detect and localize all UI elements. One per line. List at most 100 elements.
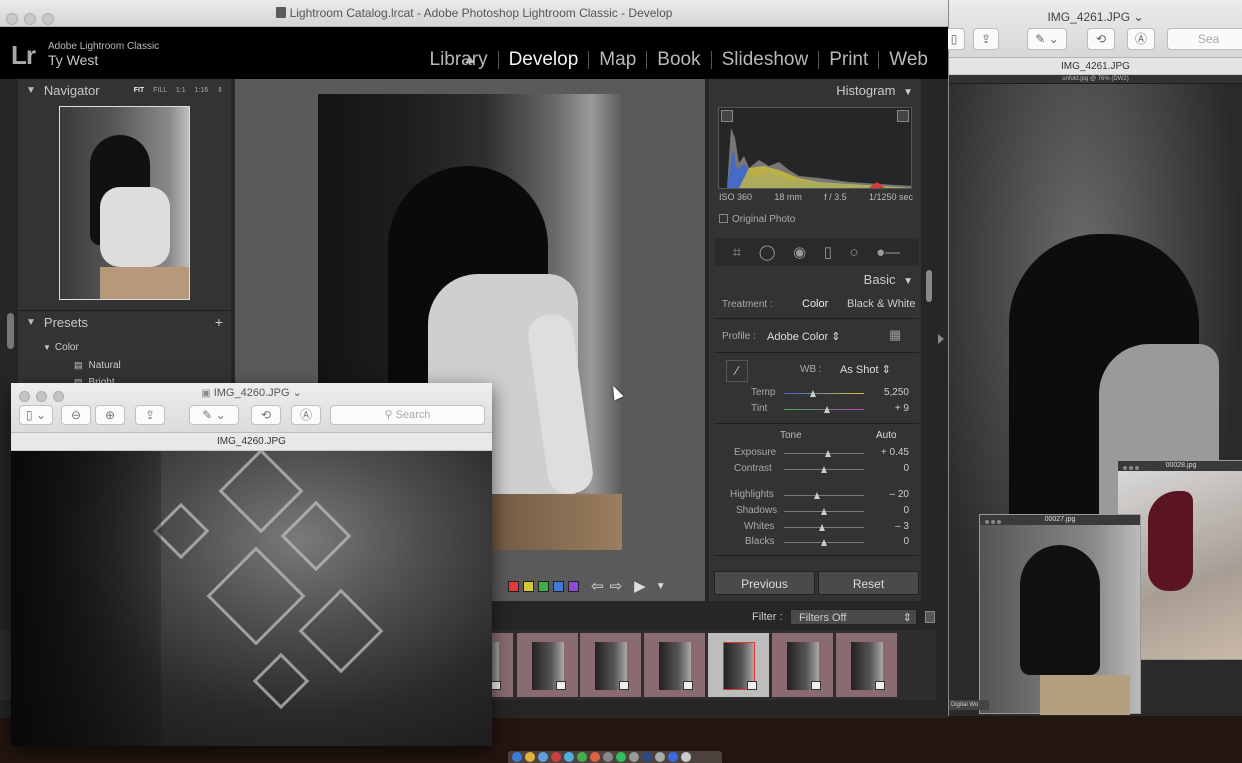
original-photo-toggle[interactable]: Original Photo bbox=[719, 214, 795, 225]
exposure-value[interactable]: + 0.45 bbox=[881, 447, 909, 458]
filter-dropdown[interactable]: Filters Off ⇕ bbox=[790, 609, 917, 625]
share-button[interactable]: ⇪ bbox=[135, 405, 165, 425]
navigator-preview[interactable] bbox=[59, 106, 190, 300]
treatment-bw-option[interactable]: Black & White bbox=[847, 298, 915, 310]
collapse-triangle-icon[interactable]: ▼ bbox=[903, 87, 913, 98]
digital-window-tab[interactable]: Digital Wo bbox=[949, 700, 989, 710]
zoom-window-button[interactable] bbox=[42, 13, 54, 25]
basic-header[interactable]: Basic ▼ bbox=[864, 272, 913, 287]
preview-left-title[interactable]: ▣ IMG_4260.JPG ⌄ bbox=[11, 386, 492, 399]
temp-slider-knob[interactable] bbox=[810, 390, 816, 397]
next-photo-arrow-icon[interactable]: ⇨ bbox=[610, 577, 623, 595]
module-develop[interactable]: Develop bbox=[499, 49, 589, 71]
tint-slider[interactable] bbox=[784, 406, 864, 413]
zoom-in-icon[interactable]: ⊕ bbox=[95, 405, 125, 425]
rotate-button[interactable]: ⟲ bbox=[1087, 28, 1115, 50]
previous-button[interactable]: Previous bbox=[714, 571, 815, 595]
module-slideshow[interactable]: Slideshow bbox=[712, 49, 819, 71]
exposure-slider-knob[interactable] bbox=[825, 450, 831, 457]
zoom-fit[interactable]: FIT bbox=[134, 87, 145, 94]
finder-icon[interactable] bbox=[512, 752, 522, 762]
collapse-triangle-icon[interactable]: ▼ bbox=[903, 276, 913, 287]
color-label-blue[interactable] bbox=[553, 580, 564, 592]
profile-browser-grid-icon[interactable]: ▦ bbox=[889, 327, 901, 343]
zoom-1-1[interactable]: 1:1 bbox=[176, 87, 186, 94]
color-label-green[interactable] bbox=[538, 580, 549, 592]
messages-icon[interactable] bbox=[564, 752, 574, 762]
spot-removal-tool-icon[interactable]: ◯ bbox=[759, 243, 776, 261]
histogram-header[interactable]: Histogram ▼ bbox=[836, 83, 913, 98]
tint-slider-knob[interactable] bbox=[824, 406, 830, 413]
reset-button[interactable]: Reset bbox=[818, 571, 919, 595]
tint-value[interactable]: + 9 bbox=[895, 403, 909, 414]
safari-icon[interactable] bbox=[538, 752, 548, 762]
zoom-stepper-icon[interactable]: ⇕ bbox=[217, 87, 223, 94]
photos-icon[interactable] bbox=[590, 752, 600, 762]
adjustment-brush-tool-icon[interactable]: ●— bbox=[876, 244, 900, 261]
histogram[interactable] bbox=[718, 107, 912, 189]
annotate-button[interactable]: Ⓐ bbox=[291, 405, 321, 425]
annotate-button[interactable]: Ⓐ bbox=[1127, 28, 1155, 50]
wb-eyedropper-icon[interactable]: ⁄ bbox=[726, 360, 748, 382]
filmstrip-thumbnail[interactable] bbox=[644, 633, 705, 697]
module-print[interactable]: Print bbox=[819, 49, 878, 71]
auto-tone-button[interactable]: Auto bbox=[876, 430, 897, 441]
markup-pen-button[interactable]: ✎ ⌄ bbox=[1027, 28, 1067, 50]
shadows-slider[interactable] bbox=[784, 508, 864, 515]
module-book[interactable]: Book bbox=[647, 49, 710, 71]
settings-icon[interactable] bbox=[603, 752, 613, 762]
collapse-triangle-icon[interactable]: ▼ bbox=[26, 317, 36, 328]
chrome-icon[interactable] bbox=[525, 752, 535, 762]
filter-lock-icon[interactable] bbox=[925, 611, 935, 623]
collapse-triangle-icon[interactable]: ▼ bbox=[26, 85, 36, 96]
temp-value[interactable]: 5,250 bbox=[884, 387, 909, 398]
navigator-header[interactable]: ▼ Navigator FIT FILL 1:1 1:16 ⇕ bbox=[18, 79, 231, 101]
rotate-button[interactable]: ⟲ bbox=[251, 405, 281, 425]
highlights-value[interactable]: – 20 bbox=[890, 489, 909, 500]
share-button[interactable]: ⇪ bbox=[973, 28, 999, 50]
whites-value[interactable]: – 3 bbox=[895, 521, 909, 532]
blacks-value[interactable]: 0 bbox=[903, 536, 909, 547]
right-panel-scrollbar[interactable] bbox=[926, 270, 932, 302]
preview-icon[interactable] bbox=[629, 752, 639, 762]
module-web[interactable]: Web bbox=[879, 49, 938, 71]
blacks-slider[interactable] bbox=[784, 539, 864, 546]
temp-slider[interactable] bbox=[784, 390, 864, 397]
contrast-slider[interactable] bbox=[784, 466, 864, 473]
profile-dropdown[interactable]: Adobe Color ⇕ bbox=[767, 330, 840, 343]
preset-group-color[interactable]: ▼ Color bbox=[43, 342, 79, 353]
color-label-purple[interactable] bbox=[568, 580, 579, 592]
zoom-out-icon[interactable]: ⊖ bbox=[61, 405, 91, 425]
right-panel-toggle-icon[interactable] bbox=[938, 334, 944, 344]
close-window-button[interactable] bbox=[6, 13, 18, 25]
preset-item-natural[interactable]: ▤ Natural bbox=[74, 360, 121, 371]
filmstrip-thumbnail-selected[interactable] bbox=[708, 633, 769, 697]
color-label-red[interactable] bbox=[508, 580, 519, 592]
graduated-filter-tool-icon[interactable]: ▯ bbox=[824, 243, 832, 261]
previous-photo-arrow-icon[interactable]: ⇦ bbox=[591, 577, 604, 595]
mini-window-00027[interactable]: 00027.jpg bbox=[979, 514, 1141, 715]
app-icon[interactable] bbox=[551, 752, 561, 762]
filmstrip-thumbnail[interactable] bbox=[772, 633, 833, 697]
folder-icon[interactable] bbox=[655, 752, 665, 762]
highlights-slider-knob[interactable] bbox=[814, 492, 820, 499]
blacks-slider-knob[interactable] bbox=[821, 539, 827, 546]
filmstrip-thumbnail[interactable] bbox=[836, 633, 897, 697]
filmstrip-thumbnail[interactable] bbox=[517, 633, 578, 697]
trash-icon[interactable] bbox=[681, 752, 691, 762]
zoom-fill[interactable]: FILL bbox=[153, 87, 167, 94]
presets-header[interactable]: ▼ Presets + bbox=[18, 311, 231, 333]
add-preset-icon[interactable]: + bbox=[215, 314, 223, 330]
whites-slider-knob[interactable] bbox=[819, 524, 825, 531]
spotify-icon[interactable] bbox=[616, 752, 626, 762]
minimize-window-button[interactable] bbox=[24, 13, 36, 25]
red-eye-tool-icon[interactable]: ◉ bbox=[793, 243, 806, 261]
preview-right-search[interactable]: Sea bbox=[1167, 28, 1242, 50]
app-store-icon[interactable] bbox=[668, 752, 678, 762]
filmstrip-thumbnail[interactable] bbox=[580, 633, 641, 697]
toolbar-menu-chevron-icon[interactable]: ▼ bbox=[656, 581, 666, 592]
module-map[interactable]: Map bbox=[589, 49, 646, 71]
lightroom-icon[interactable] bbox=[642, 752, 652, 762]
wb-dropdown[interactable]: As Shot ⇕ bbox=[840, 363, 891, 376]
original-photo-checkbox[interactable] bbox=[719, 214, 728, 223]
